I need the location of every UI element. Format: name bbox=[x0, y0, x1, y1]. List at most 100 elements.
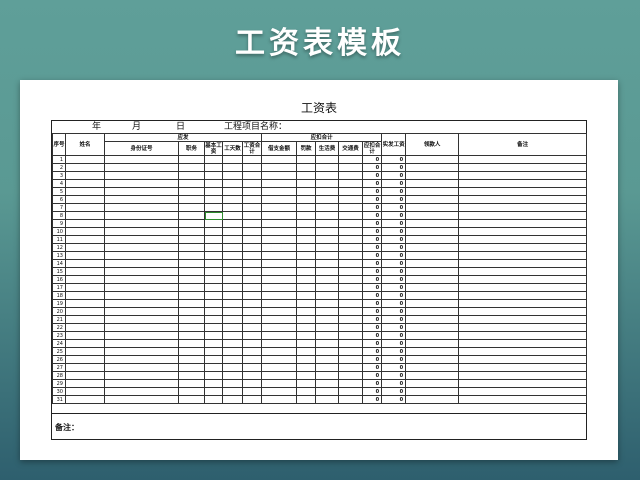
table-cell[interactable] bbox=[178, 283, 205, 292]
row-number-cell[interactable]: 25 bbox=[52, 347, 66, 356]
table-cell[interactable] bbox=[296, 195, 317, 204]
table-cell[interactable] bbox=[261, 211, 298, 220]
row-number-cell[interactable]: 5 bbox=[52, 187, 66, 196]
table-cell[interactable] bbox=[338, 259, 364, 268]
table-cell[interactable] bbox=[222, 347, 243, 356]
table-cell[interactable] bbox=[458, 211, 588, 220]
col-header-no[interactable]: 序号 bbox=[52, 133, 66, 156]
table-cell[interactable] bbox=[178, 235, 205, 244]
table-cell[interactable] bbox=[338, 323, 364, 332]
table-cell[interactable] bbox=[65, 355, 105, 364]
table-cell[interactable] bbox=[458, 259, 588, 268]
table-cell[interactable] bbox=[338, 235, 364, 244]
table-cell[interactable] bbox=[458, 307, 588, 316]
table-cell[interactable] bbox=[296, 227, 317, 236]
table-cell[interactable] bbox=[458, 395, 588, 404]
table-cell[interactable] bbox=[458, 171, 588, 180]
table-cell[interactable] bbox=[405, 155, 460, 164]
table-cell[interactable] bbox=[405, 363, 460, 372]
table-cell[interactable] bbox=[296, 259, 317, 268]
table-cell[interactable] bbox=[104, 267, 179, 276]
table-cell[interactable] bbox=[65, 379, 105, 388]
col-header-living-cost[interactable]: 生活费 bbox=[315, 141, 340, 156]
table-cell[interactable] bbox=[315, 363, 340, 372]
table-cell[interactable] bbox=[204, 187, 223, 196]
table-cell[interactable] bbox=[338, 315, 364, 324]
col-header-base-pay[interactable]: 基本工资 bbox=[204, 141, 223, 156]
table-cell[interactable] bbox=[104, 355, 179, 364]
table-cell[interactable] bbox=[405, 259, 460, 268]
table-cell[interactable] bbox=[104, 379, 179, 388]
table-cell[interactable] bbox=[405, 187, 460, 196]
row-number-cell[interactable]: 11 bbox=[52, 235, 66, 244]
table-cell[interactable] bbox=[178, 267, 205, 276]
table-cell[interactable] bbox=[338, 203, 364, 212]
net-pay-cell[interactable]: 0 bbox=[381, 219, 407, 228]
deduct-total-cell[interactable]: 0 bbox=[362, 371, 383, 380]
table-cell[interactable] bbox=[315, 315, 340, 324]
row-number-cell[interactable]: 12 bbox=[52, 243, 66, 252]
table-cell[interactable] bbox=[405, 211, 460, 220]
table-cell[interactable] bbox=[261, 163, 298, 172]
table-cell[interactable] bbox=[338, 379, 364, 388]
deduct-total-cell[interactable]: 0 bbox=[362, 211, 383, 220]
table-cell[interactable] bbox=[405, 387, 460, 396]
table-cell[interactable] bbox=[241, 235, 263, 244]
table-cell[interactable] bbox=[241, 371, 263, 380]
table-cell[interactable] bbox=[296, 267, 317, 276]
table-cell[interactable] bbox=[104, 211, 179, 220]
table-cell[interactable] bbox=[458, 163, 588, 172]
row-number-cell[interactable]: 31 bbox=[52, 395, 66, 404]
deduct-total-cell[interactable]: 0 bbox=[362, 219, 383, 228]
net-pay-cell[interactable]: 0 bbox=[381, 251, 407, 260]
table-cell[interactable] bbox=[241, 275, 263, 284]
table-cell[interactable] bbox=[261, 243, 298, 252]
table-cell[interactable] bbox=[178, 251, 205, 260]
col-header-receiver[interactable]: 领款人 bbox=[405, 133, 460, 156]
net-pay-cell[interactable]: 0 bbox=[381, 179, 407, 188]
table-cell[interactable] bbox=[65, 187, 105, 196]
table-cell[interactable] bbox=[178, 355, 205, 364]
group-header-deductions[interactable]: 应扣合计 bbox=[261, 133, 383, 142]
table-cell[interactable] bbox=[405, 251, 460, 260]
net-pay-cell[interactable]: 0 bbox=[381, 259, 407, 268]
table-cell[interactable] bbox=[241, 395, 263, 404]
table-cell[interactable] bbox=[204, 283, 223, 292]
col-header-fine[interactable]: 罚款 bbox=[296, 141, 317, 156]
table-cell[interactable] bbox=[315, 267, 340, 276]
table-cell[interactable] bbox=[405, 203, 460, 212]
table-cell[interactable] bbox=[338, 275, 364, 284]
table-cell[interactable] bbox=[241, 323, 263, 332]
table-cell[interactable] bbox=[241, 267, 263, 276]
table-cell[interactable] bbox=[65, 211, 105, 220]
table-cell[interactable] bbox=[178, 203, 205, 212]
row-number-cell[interactable]: 29 bbox=[52, 379, 66, 388]
table-cell[interactable] bbox=[104, 235, 179, 244]
net-pay-cell[interactable]: 0 bbox=[381, 187, 407, 196]
table-cell[interactable] bbox=[296, 219, 317, 228]
table-cell[interactable] bbox=[458, 339, 588, 348]
deduct-total-cell[interactable]: 0 bbox=[362, 227, 383, 236]
table-cell[interactable] bbox=[104, 395, 179, 404]
table-cell[interactable] bbox=[204, 299, 223, 308]
table-cell[interactable] bbox=[104, 219, 179, 228]
table-cell[interactable] bbox=[338, 371, 364, 380]
table-cell[interactable] bbox=[338, 155, 364, 164]
table-cell[interactable] bbox=[315, 243, 340, 252]
row-number-cell[interactable]: 30 bbox=[52, 387, 66, 396]
table-cell[interactable] bbox=[458, 363, 588, 372]
table-cell[interactable] bbox=[222, 339, 243, 348]
table-cell[interactable] bbox=[261, 387, 298, 396]
table-cell[interactable] bbox=[204, 163, 223, 172]
table-cell[interactable] bbox=[65, 323, 105, 332]
table-cell[interactable] bbox=[222, 219, 243, 228]
table-cell[interactable] bbox=[222, 235, 243, 244]
table-cell[interactable] bbox=[315, 307, 340, 316]
table-cell[interactable] bbox=[261, 179, 298, 188]
table-cell[interactable] bbox=[222, 355, 243, 364]
table-cell[interactable] bbox=[261, 155, 298, 164]
deduct-total-cell[interactable]: 0 bbox=[362, 387, 383, 396]
table-cell[interactable] bbox=[241, 227, 263, 236]
col-header-id-number[interactable]: 身份证号 bbox=[104, 141, 179, 156]
table-cell[interactable] bbox=[405, 323, 460, 332]
